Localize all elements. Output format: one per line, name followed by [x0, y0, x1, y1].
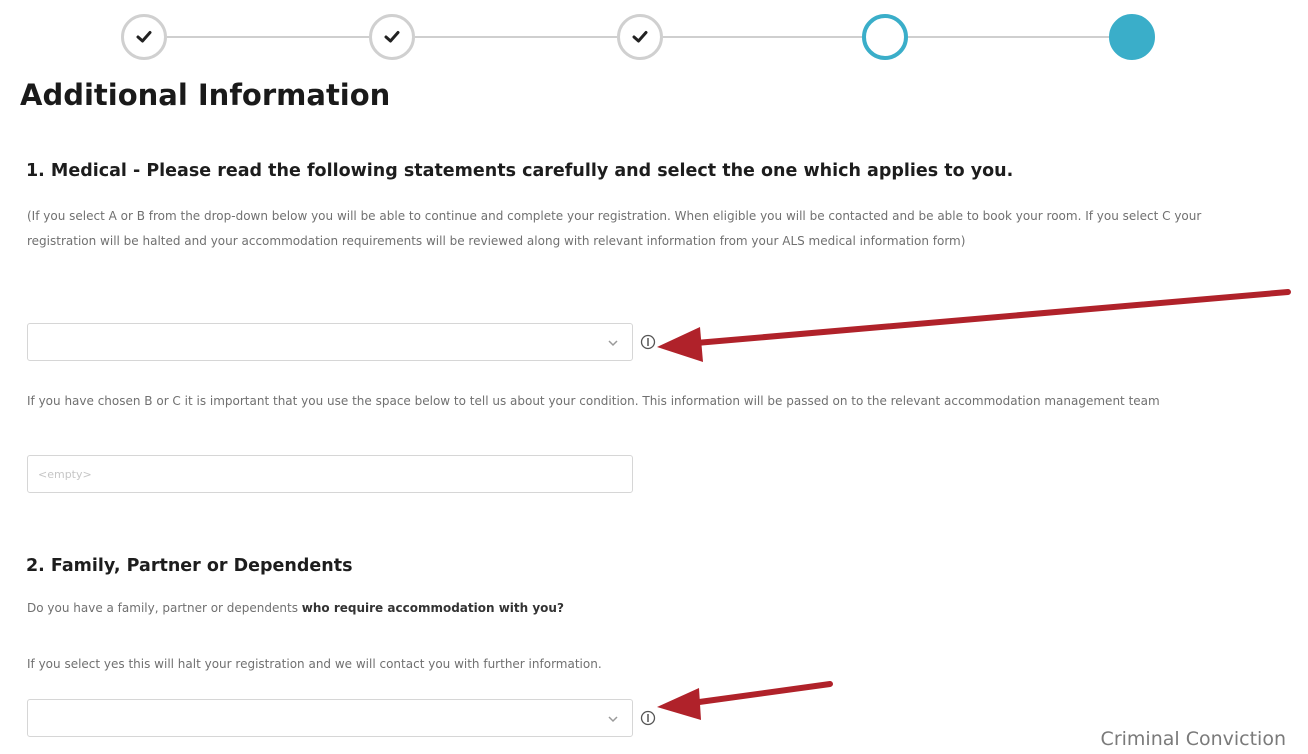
family-dependents-select[interactable] — [27, 699, 633, 737]
step-5-upcoming — [1109, 14, 1155, 60]
family-note-text: If you select yes this will halt your re… — [27, 657, 602, 671]
check-icon — [384, 31, 400, 43]
family-question-text: Do you have a family, partner or depende… — [27, 596, 564, 621]
step-2-complete[interactable] — [369, 14, 415, 60]
annotation-arrow-family — [657, 681, 833, 720]
family-question-prefix: Do you have a family, partner or depende… — [27, 601, 302, 615]
check-icon — [136, 31, 152, 43]
info-icon[interactable] — [640, 710, 656, 726]
stepper-connector — [415, 36, 617, 38]
progress-stepper — [0, 0, 1308, 76]
condition-prompt-text: If you have chosen B or C it is importan… — [27, 394, 1160, 408]
condition-details-input[interactable] — [27, 455, 633, 493]
stepper-connector — [663, 36, 862, 38]
chevron-down-icon — [608, 340, 618, 347]
step-4-current[interactable] — [862, 14, 908, 60]
medical-heading: 1. Medical - Please read the following s… — [26, 161, 1014, 181]
chevron-down-icon — [608, 716, 618, 723]
family-question-emphasis: who require accommodation with you? — [301, 601, 564, 615]
info-icon[interactable] — [640, 334, 656, 350]
stepper-connector — [167, 36, 369, 38]
page-title: Additional Information — [20, 78, 391, 112]
annotation-arrow-medical — [657, 289, 1291, 362]
check-icon — [632, 31, 648, 43]
step-1-complete[interactable] — [121, 14, 167, 60]
medical-intro-text: (If you select A or B from the drop-down… — [27, 209, 1202, 248]
family-heading: 2. Family, Partner or Dependents — [26, 556, 353, 576]
step-3-complete[interactable] — [617, 14, 663, 60]
stepper-connector — [908, 36, 1109, 38]
annotation-arrows — [657, 289, 1291, 720]
medical-statement-select[interactable] — [27, 323, 633, 361]
criminal-conviction-link[interactable]: Criminal Conviction — [1101, 728, 1286, 750]
